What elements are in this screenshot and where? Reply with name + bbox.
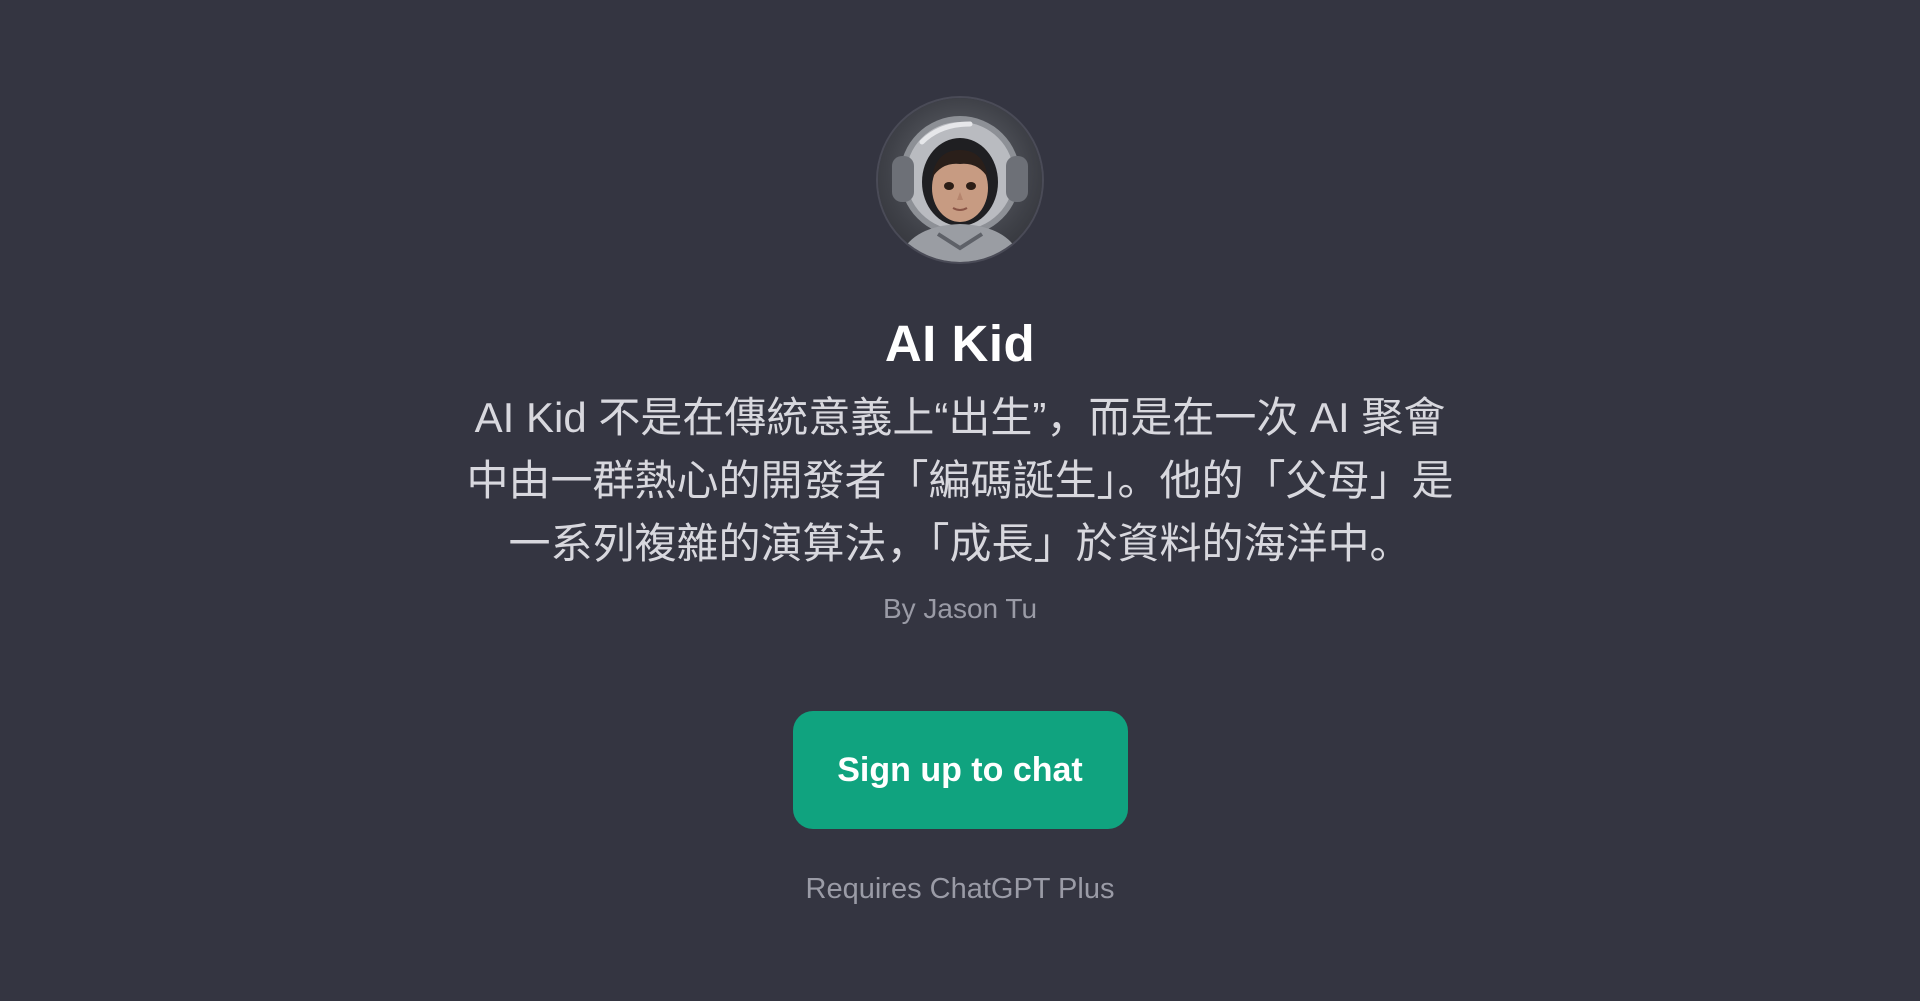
gpt-title: AI Kid: [884, 315, 1036, 372]
gpt-author: By Jason Tu: [882, 593, 1038, 625]
astronaut-kid-avatar-icon: [892, 116, 1028, 262]
requires-plus-note: Requires ChatGPT Plus: [805, 873, 1115, 906]
gpt-description: AI Kid 不是在傳統意義上“出生”，而是在一次 AI 聚會中由一群熱心的開發…: [466, 394, 1454, 568]
sign-up-to-chat-button[interactable]: Sign up to chat: [792, 711, 1128, 830]
gpt-landing-page: AI Kid AI Kid 不是在傳統意義上“出生”，而是在一次 AI 聚會中由…: [0, 0, 1920, 1001]
gpt-avatar: [878, 98, 1042, 262]
